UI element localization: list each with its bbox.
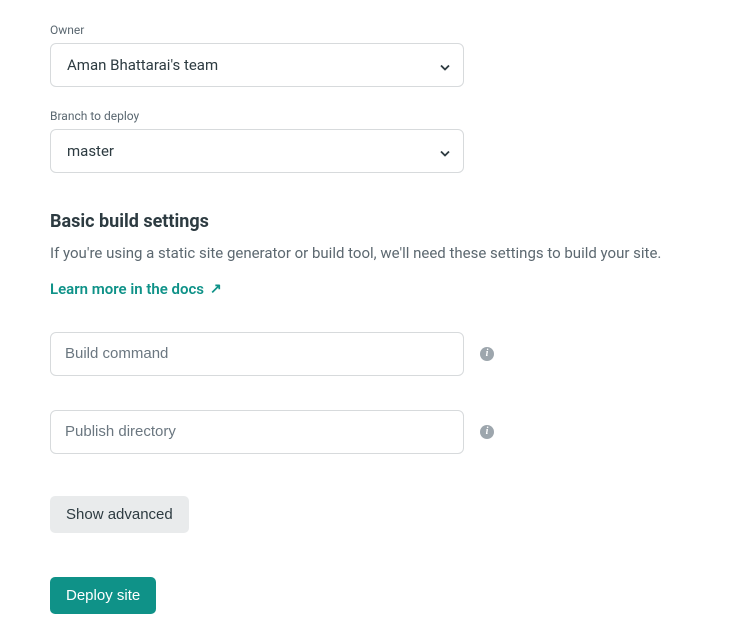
docs-link[interactable]: Learn more in the docs ↗ <box>50 280 222 298</box>
owner-select-value: Aman Bhattarai's team <box>67 56 218 74</box>
build-settings-description: If you're using a static site generator … <box>50 242 693 265</box>
docs-link-text: Learn more in the docs <box>50 280 204 298</box>
owner-select[interactable]: Aman Bhattarai's team <box>50 43 464 87</box>
build-command-input[interactable] <box>50 332 464 376</box>
branch-select[interactable]: master <box>50 129 464 173</box>
external-link-icon: ↗ <box>210 281 222 297</box>
info-icon[interactable]: i <box>480 425 494 439</box>
owner-label: Owner <box>50 23 693 37</box>
publish-directory-input[interactable] <box>50 410 464 454</box>
deploy-site-button[interactable]: Deploy site <box>50 577 156 614</box>
branch-label: Branch to deploy <box>50 109 693 123</box>
show-advanced-button[interactable]: Show advanced <box>50 496 189 533</box>
info-icon[interactable]: i <box>480 347 494 361</box>
branch-select-value: master <box>67 142 114 160</box>
build-settings-heading: Basic build settings <box>50 211 693 232</box>
